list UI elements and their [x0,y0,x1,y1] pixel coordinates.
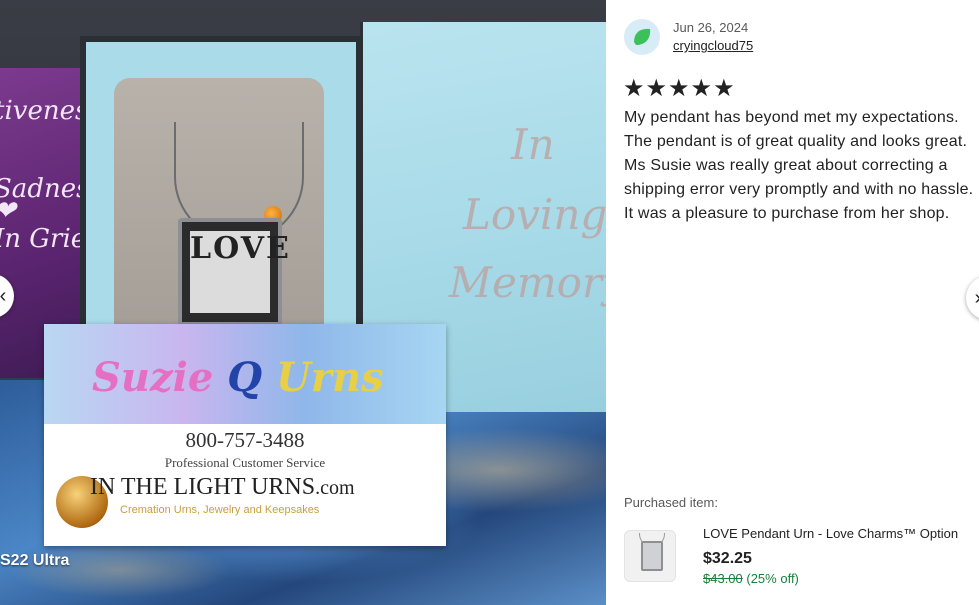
discount-percent: (25% off) [742,571,799,586]
jewelry-cushion: LOVE [114,78,324,328]
business-card-brand: Suzie Q Urns [92,354,384,401]
business-card-phone: 800-757-3488 [185,428,305,452]
lid-text-line-1: In [511,120,555,169]
device-watermark: S22 Ultra [0,552,70,569]
company-name: IN THE LIGHT URNS [90,474,316,500]
lid-text-line-3: Memory [449,258,606,307]
business-card-banner: Suzie Q Urns [44,324,446,424]
brand-part-2: Q [227,354,263,401]
review-panel: Jun 26, 2024 cryingcloud75 ★ ★ ★ ★ ★ My … [606,0,979,605]
star-icon: ★ [690,75,713,102]
purchased-item-label: Purchased item: [624,495,718,510]
business-card-tagline: Cremation Urns, Jewelry and Keepsakes [120,504,320,516]
reviewer-username-link[interactable]: cryingcloud75 [673,38,753,53]
review-photo[interactable]: tiveness ❤ Sadness In Grief In Loving Me… [0,0,606,605]
business-card-company: IN THE LIGHT URNS.com [90,474,355,501]
gift-box-tray: LOVE [80,36,362,348]
star-icon: ★ [713,75,735,102]
purchased-item-thumbnail[interactable] [624,530,676,582]
reviewer-avatar[interactable] [624,19,660,55]
purchased-item-original-price: $43.00 (25% off) [703,571,799,586]
pendant-text: LOVE [190,231,289,313]
star-icon: ★ [645,75,668,102]
purchased-item-title-link[interactable]: LOVE Pendant Urn - Love Charms™ Option [703,526,958,541]
star-icon: ★ [623,75,645,102]
purchased-item-price: $32.25 [703,550,752,567]
chevron-left-icon: ‹ [0,284,7,307]
chevron-right-icon: › [975,287,979,310]
review-text: My pendant has beyond met my expectation… [624,109,974,222]
star-rating: ★ ★ ★ ★ ★ [623,76,735,102]
review-date: Jun 26, 2024 [673,20,749,35]
lid-text-line-2: Loving [463,190,606,239]
company-suffix: .com [315,477,355,499]
brand-part-3: Urns [276,354,384,401]
business-card-service: Professional Customer Service [164,455,326,470]
original-price: $43.00 [703,571,743,586]
leaf-avatar-icon [634,28,651,45]
star-icon: ★ [668,75,690,102]
love-pendant: LOVE [178,218,289,326]
thumbnail-pendant [641,541,663,571]
business-card: Suzie Q Urns 800-757-3488 Professional C… [44,324,446,546]
brand-part-1: Suzie [92,354,214,401]
